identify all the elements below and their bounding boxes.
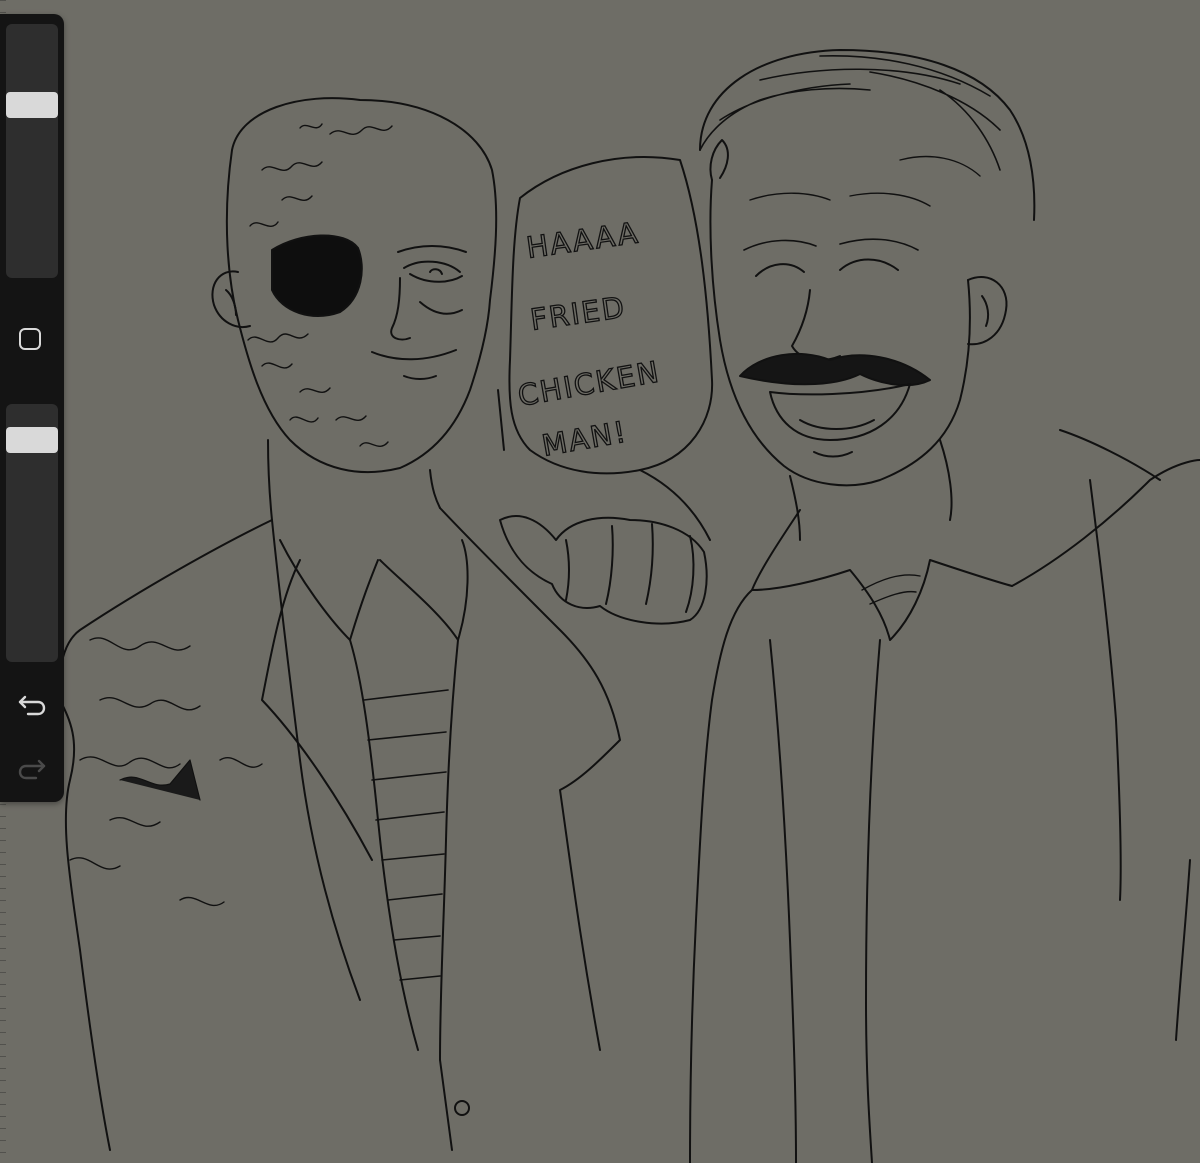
fist-sketch	[499, 515, 708, 625]
speech-line-3: CHICKEN	[515, 354, 663, 412]
redo-button[interactable]	[14, 750, 50, 786]
brush-opacity-slider-thumb[interactable]	[6, 427, 58, 453]
brush-size-slider[interactable]	[6, 24, 58, 278]
brush-sidebar	[0, 14, 64, 802]
undo-arrow-icon	[18, 695, 46, 716]
brush-size-slider-thumb[interactable]	[6, 92, 58, 118]
redo-arrow-icon	[18, 759, 46, 780]
undo-button[interactable]	[14, 686, 50, 722]
brush-opacity-slider[interactable]	[6, 404, 58, 662]
modify-button[interactable]	[19, 328, 41, 350]
speech-line-4: MAN!	[539, 414, 630, 462]
drawing-app: HAAAA FRIED CHICKEN MAN!	[0, 0, 1200, 1163]
speech-line-1: HAAAA	[524, 215, 641, 264]
right-figure-sketch	[689, 49, 1200, 1163]
speech-line-2: FRIED	[528, 290, 628, 337]
speech-bubble-text: HAAAA FRIED CHICKEN MAN!	[515, 215, 664, 464]
drawing-canvas[interactable]: HAAAA FRIED CHICKEN MAN!	[0, 0, 1200, 1163]
